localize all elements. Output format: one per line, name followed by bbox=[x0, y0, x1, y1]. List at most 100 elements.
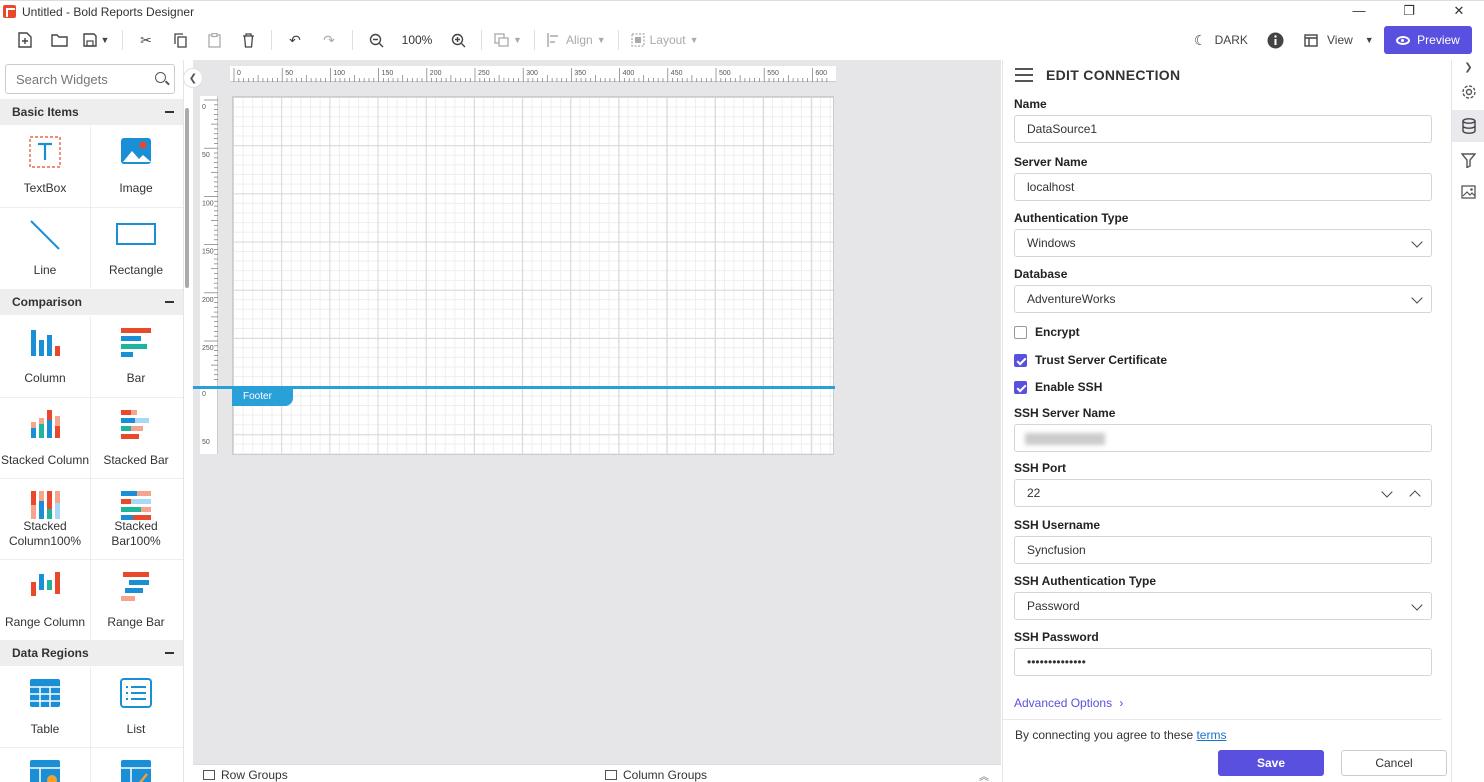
name-input[interactable]: DataSource1 bbox=[1014, 115, 1432, 143]
filter-icon[interactable] bbox=[1452, 144, 1484, 176]
server-name-input[interactable]: localhost bbox=[1014, 173, 1432, 201]
widget-stacked-column100[interactable]: Stacked Column100% bbox=[0, 479, 90, 559]
widget-panel-scrollbar[interactable] bbox=[185, 108, 189, 288]
category-title: Comparison bbox=[12, 295, 83, 309]
encrypt-option[interactable]: Encrypt bbox=[1014, 325, 1080, 339]
copy-icon[interactable] bbox=[163, 26, 197, 54]
ssh-password-input[interactable]: •••••••••••••• bbox=[1014, 648, 1432, 676]
row-groups-toggle[interactable]: Row Groups bbox=[203, 768, 288, 782]
ssh-server-input[interactable] bbox=[1014, 424, 1432, 452]
widget-column[interactable]: Column bbox=[0, 316, 90, 396]
widget-label: Range Column bbox=[4, 615, 86, 629]
ruler-label: 500 bbox=[719, 70, 731, 77]
ssh-port-stepper[interactable]: 22 bbox=[1014, 479, 1432, 507]
widget-label: Stacked Column bbox=[0, 453, 90, 467]
advanced-options-link[interactable]: Advanced Options › bbox=[1014, 696, 1123, 710]
auth-type-dropdown[interactable]: Windows bbox=[1014, 229, 1432, 257]
server-name-value: localhost bbox=[1027, 180, 1075, 194]
arrange-menu-button[interactable]: ▼ bbox=[488, 26, 528, 54]
minimize-button[interactable]: — bbox=[1334, 1, 1384, 23]
restore-button[interactable]: ❐ bbox=[1384, 1, 1434, 23]
delete-icon[interactable] bbox=[231, 26, 265, 54]
align-menu-button[interactable]: Align ▼ bbox=[541, 26, 612, 54]
encrypt-checkbox[interactable] bbox=[1014, 325, 1027, 339]
search-icon bbox=[155, 72, 166, 83]
category-data-regions[interactable]: Data Regions bbox=[0, 640, 183, 666]
expand-rail-chevron-icon[interactable]: ❯ bbox=[1452, 60, 1484, 74]
column-groups-toggle[interactable]: Column Groups bbox=[605, 768, 707, 782]
trust-certificate-checkbox[interactable] bbox=[1014, 353, 1027, 367]
collapse-panel-chevron-icon[interactable]: ❮ bbox=[183, 68, 203, 88]
gear-icon[interactable] bbox=[1452, 76, 1484, 108]
category-comparison[interactable]: Comparison bbox=[0, 289, 183, 315]
widget-stacked-bar100[interactable]: Stacked Bar100% bbox=[91, 479, 181, 559]
widget-textbox[interactable]: TextBox bbox=[0, 126, 90, 206]
category-basic-items[interactable]: Basic Items bbox=[0, 99, 183, 125]
widget-rectangle[interactable]: Rectangle bbox=[91, 208, 181, 288]
enable-ssh-checkbox[interactable] bbox=[1014, 380, 1027, 394]
paste-icon[interactable] bbox=[197, 26, 231, 54]
widget-bar[interactable]: Bar bbox=[91, 316, 181, 396]
name-value: DataSource1 bbox=[1027, 122, 1098, 136]
widget-chart-region[interactable] bbox=[91, 748, 181, 782]
save-menu-button[interactable]: ▼ bbox=[76, 26, 116, 54]
view-menu-button[interactable]: View ▼ bbox=[1300, 26, 1378, 54]
undo-icon[interactable]: ↶ bbox=[278, 26, 312, 54]
preview-label: Preview bbox=[1417, 33, 1460, 47]
search-widgets-input[interactable]: Search Widgets bbox=[5, 64, 175, 94]
ruler-label: 300 bbox=[526, 70, 538, 77]
chevron-down-icon: ▼ bbox=[689, 35, 699, 45]
terms-link[interactable]: terms bbox=[1196, 728, 1226, 742]
enable-ssh-option[interactable]: Enable SSH bbox=[1014, 380, 1102, 394]
ssh-auth-type-dropdown[interactable]: Password bbox=[1014, 592, 1432, 620]
chevron-up-icon[interactable] bbox=[1409, 490, 1421, 502]
ruler-label: 0 bbox=[202, 104, 206, 111]
zoom-in-icon[interactable] bbox=[441, 26, 475, 54]
chevron-down-icon[interactable] bbox=[1381, 486, 1393, 498]
widget-range-column[interactable]: Range Column bbox=[0, 560, 90, 640]
widget-line[interactable]: Line bbox=[0, 208, 90, 288]
ruler-label: 50 bbox=[202, 152, 210, 159]
arrange-icon bbox=[494, 33, 509, 47]
image-manager-icon[interactable] bbox=[1452, 176, 1484, 208]
grid-divider bbox=[90, 316, 91, 639]
widget-range-bar[interactable]: Range Bar bbox=[91, 560, 181, 640]
stacked-bar-100-icon bbox=[121, 491, 151, 520]
layout-menu-button[interactable]: Layout ▼ bbox=[625, 26, 705, 54]
trust-certificate-option[interactable]: Trust Server Certificate bbox=[1014, 353, 1167, 367]
report-page[interactable] bbox=[232, 96, 834, 455]
line-icon bbox=[30, 220, 60, 250]
open-folder-icon[interactable] bbox=[42, 26, 76, 54]
close-button[interactable]: ✕ bbox=[1434, 1, 1484, 23]
cut-icon[interactable]: ✂ bbox=[129, 26, 163, 54]
database-dropdown[interactable]: AdventureWorks bbox=[1014, 285, 1432, 313]
widget-list[interactable]: List bbox=[91, 667, 181, 747]
widget-label: Stacked Bar100% bbox=[111, 519, 161, 548]
widget-label: List bbox=[126, 722, 146, 736]
advanced-options-label: Advanced Options bbox=[1014, 696, 1113, 710]
widget-stacked-bar[interactable]: Stacked Bar bbox=[91, 398, 181, 478]
ruler-label: 200 bbox=[430, 70, 442, 77]
redo-icon[interactable]: ↷ bbox=[312, 26, 346, 54]
theme-toggle[interactable]: ☾ DARK bbox=[1188, 26, 1254, 54]
database-icon[interactable] bbox=[1452, 110, 1484, 142]
footer-tag[interactable]: Footer bbox=[232, 389, 293, 406]
info-icon[interactable] bbox=[1264, 26, 1286, 54]
widget-label: Stacked Column100% bbox=[8, 519, 82, 548]
chevron-down-icon: ▼ bbox=[513, 35, 522, 45]
widget-stacked-column[interactable]: Stacked Column bbox=[0, 398, 90, 478]
datasource-icon bbox=[1015, 68, 1033, 82]
zoom-out-icon[interactable] bbox=[359, 26, 393, 54]
save-button[interactable]: Save bbox=[1218, 750, 1324, 776]
widget-table[interactable]: Table bbox=[0, 667, 90, 747]
widget-matrix[interactable] bbox=[0, 748, 90, 782]
auth-type-label: Authentication Type bbox=[1014, 211, 1129, 225]
ssh-username-input[interactable]: Syncfusion bbox=[1014, 536, 1432, 564]
cancel-button[interactable]: Cancel bbox=[1341, 750, 1447, 776]
expand-up-icon[interactable]: ︽ bbox=[979, 768, 989, 782]
widget-image[interactable]: Image bbox=[91, 126, 181, 206]
new-report-icon[interactable] bbox=[8, 26, 42, 54]
preview-button[interactable]: Preview bbox=[1384, 26, 1472, 54]
zoom-level[interactable]: 100% bbox=[393, 33, 441, 47]
ssh-username-label: SSH Username bbox=[1014, 518, 1101, 532]
